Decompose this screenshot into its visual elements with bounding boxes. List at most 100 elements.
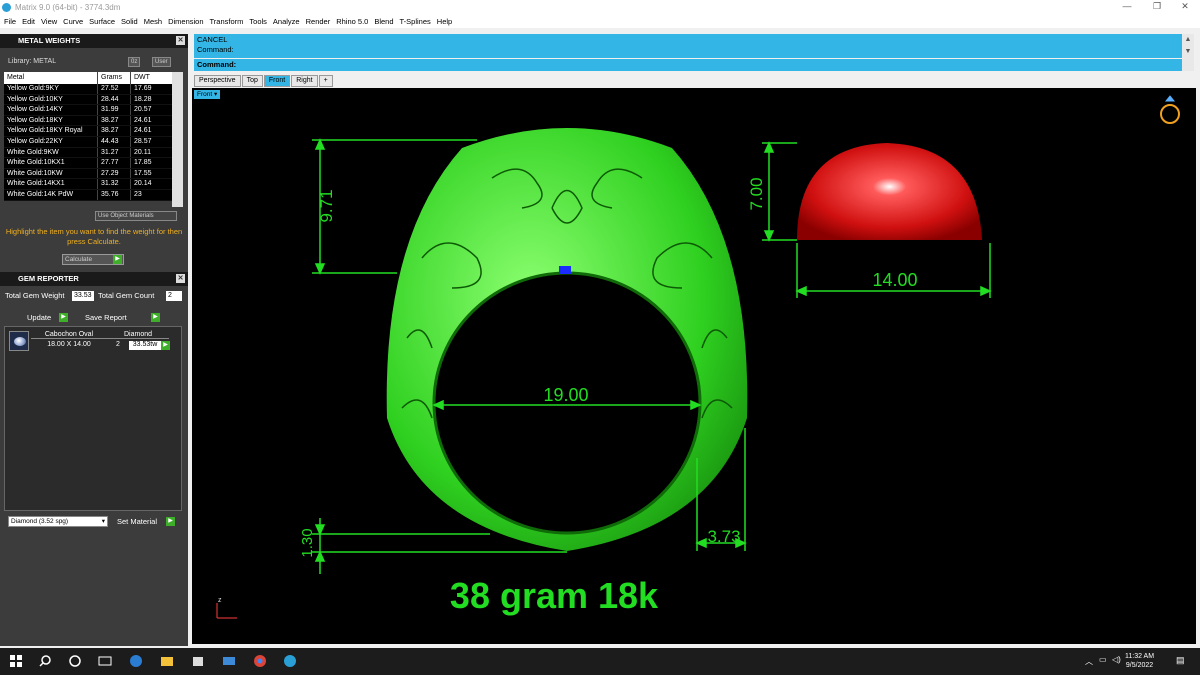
volume-icon[interactable]: ◁) (1112, 655, 1121, 664)
window-title: Matrix 9.0 (64-bit) - 3774.3dm (15, 2, 121, 12)
table-row[interactable]: Yellow Gold:18KY 38.27 24.61 (4, 115, 172, 127)
file-explorer-icon[interactable] (159, 653, 175, 669)
tab-right[interactable]: Right (291, 75, 318, 87)
menu-item-curve[interactable]: Curve (63, 17, 83, 26)
menu-item-edit[interactable]: Edit (22, 17, 35, 26)
update-button[interactable]: Update (27, 313, 51, 322)
table-row[interactable]: White Gold:14K PdW 35.76 23 (4, 189, 172, 201)
minimize-button[interactable]: — (1110, 0, 1144, 14)
command-input[interactable]: Command: (194, 59, 1182, 71)
chevron-up-icon[interactable]: ︿ (1085, 656, 1093, 667)
save-report-button[interactable]: Save Report (85, 313, 127, 322)
calculate-button[interactable]: Calculate ▶ (62, 254, 124, 265)
metal-weights-header: METAL WEIGHTS ✕ (0, 34, 188, 48)
axis-z-label: z (218, 597, 222, 604)
dim-stone-width: 14.00 (872, 270, 917, 290)
close-button[interactable]: ✕ (1168, 0, 1200, 14)
play-icon[interactable]: ▶ (151, 313, 160, 322)
edge-browser-icon[interactable] (128, 653, 144, 669)
metal-weights-table: Metal Grams DWT Yellow Gold:9KY 27.52 17.6… (4, 72, 172, 201)
store-icon[interactable] (190, 653, 206, 669)
tab-add[interactable]: + (318, 75, 333, 87)
axis-indicator: z (216, 597, 237, 619)
play-icon[interactable]: ▶ (166, 517, 175, 526)
material-select[interactable]: Diamond (3.52 spg) ▾ (8, 516, 108, 527)
metal-cell: Yellow Gold:9KY (4, 84, 98, 94)
menu-item-mesh[interactable]: Mesh (144, 17, 162, 26)
tab-top[interactable]: Top (241, 75, 263, 87)
dwt-cell: 17.55 (134, 169, 152, 177)
menu-item-t-splines[interactable]: T-Splines (400, 17, 431, 26)
search-icon[interactable] (37, 653, 53, 669)
metal-cell: White Gold:10KX1 (4, 158, 98, 168)
table-row[interactable]: White Gold:9KW 31.27 20.11 (4, 147, 172, 159)
grams-cell: 28.44 (98, 94, 131, 105)
menu-item-tools[interactable]: Tools (249, 17, 267, 26)
set-material-button[interactable]: Set Material (117, 517, 157, 526)
task-view-icon[interactable] (97, 653, 113, 669)
menu-item-view[interactable]: View (41, 17, 57, 26)
metal-cell: Yellow Gold:18KY (4, 115, 98, 126)
dwt-cell: 23 (134, 190, 142, 198)
menu-bar: File Edit View Curve Surface Solid Mesh Dimensi… (0, 14, 1200, 28)
app-icon (2, 2, 11, 12)
table-row[interactable]: Yellow Gold:9KY 27.52 17.69 (4, 84, 172, 95)
clock[interactable]: 11:32 AM 9/5/2022 (1125, 652, 1154, 670)
material-row: Diamond (3.52 spg) ▾ Set Material ▶ (0, 514, 188, 528)
menu-item-dimension[interactable]: Dimension (168, 17, 203, 26)
chrome-icon[interactable] (252, 653, 268, 669)
menu-item-surface[interactable]: Surface (89, 17, 115, 26)
grams-cell: 31.32 (98, 179, 131, 189)
metal-cell: White Gold:14K PdW (4, 189, 98, 200)
viewport-label[interactable]: Front ▾ (194, 90, 221, 99)
menu-item-transform[interactable]: Transform (210, 17, 244, 26)
menu-item-solid[interactable]: Solid (121, 17, 138, 26)
table-row[interactable]: Yellow Gold:14KY 31.99 20.57 (4, 105, 172, 116)
dwt-cell: 20.11 (134, 148, 151, 156)
menu-item-rhino-5-0[interactable]: Rhino 5.0 (336, 17, 368, 26)
tab-perspective[interactable]: Perspective (194, 75, 241, 87)
windows-start-icon[interactable] (8, 653, 24, 669)
menu-item-file[interactable]: File (4, 17, 16, 26)
material-value: Diamond (3.52 spg) (11, 518, 69, 525)
cortana-icon[interactable] (67, 653, 83, 669)
gem-reporter-title: GEM REPORTER (18, 274, 79, 283)
play-icon[interactable]: ▶ (59, 313, 68, 322)
menu-item-blend[interactable]: Blend (374, 17, 393, 26)
menu-item-analyze[interactable]: Analyze (273, 17, 300, 26)
table-row[interactable]: Yellow Gold:22KY 44.43 28.57 (4, 136, 172, 148)
table-row[interactable]: Yellow Gold:18KY Royal 38.27 24.61 (4, 126, 172, 137)
command-scrollbar[interactable]: ▲ ▼ (1182, 34, 1194, 71)
gem-stats-row: Total Gem Weight 33.53 Total Gem Count 2 (0, 289, 188, 303)
front-viewport[interactable]: Front ▾ 9.71 7.00 14.00 19.00 1.30 3.73 … (192, 88, 1196, 644)
mail-icon[interactable] (221, 653, 237, 669)
menu-item-help[interactable]: Help (437, 17, 452, 26)
gem-size: 18.00 X 14.00 (47, 341, 91, 348)
metal-cell: Yellow Gold:18KY Royal (4, 126, 98, 136)
command-cancel: CANCEL (197, 35, 228, 44)
grams-cell: 27.29 (98, 168, 131, 179)
dwt-cell: 28.57 (134, 137, 152, 145)
menu-item-render[interactable]: Render (306, 17, 331, 26)
network-icon[interactable]: ▭ (1099, 655, 1107, 664)
metal-cell: White Gold:14KX1 (4, 179, 98, 189)
table-row[interactable]: White Gold:14KX1 31.32 20.14 (4, 179, 172, 190)
matrix-app-icon[interactable] (282, 653, 298, 669)
play-icon[interactable]: ▶ (161, 341, 170, 350)
tab-front[interactable]: Front (263, 75, 291, 87)
close-icon[interactable]: ✕ (176, 36, 185, 45)
unit-oz-button[interactable]: 0z (128, 57, 141, 67)
table-row[interactable]: Yellow Gold:10KY 28.44 18.28 (4, 94, 172, 106)
col-grams: Grams (98, 72, 131, 84)
table-row[interactable]: White Gold:10KW 27.29 17.55 (4, 168, 172, 180)
metal-cell: White Gold:9KW (4, 147, 98, 158)
unit-user-button[interactable]: User (152, 57, 171, 67)
dwt-cell: 24.61 (134, 127, 152, 135)
table-scrollbar[interactable] (172, 72, 183, 207)
grams-cell: 31.99 (98, 105, 131, 115)
close-icon[interactable]: ✕ (176, 274, 185, 283)
notification-icon[interactable]: ▤ (1176, 655, 1185, 666)
metal-cell: White Gold:10KW (4, 168, 98, 179)
table-row[interactable]: White Gold:10KX1 27.77 17.85 (4, 158, 172, 169)
use-object-materials-checkbox[interactable]: Use Object Materials (95, 211, 177, 221)
